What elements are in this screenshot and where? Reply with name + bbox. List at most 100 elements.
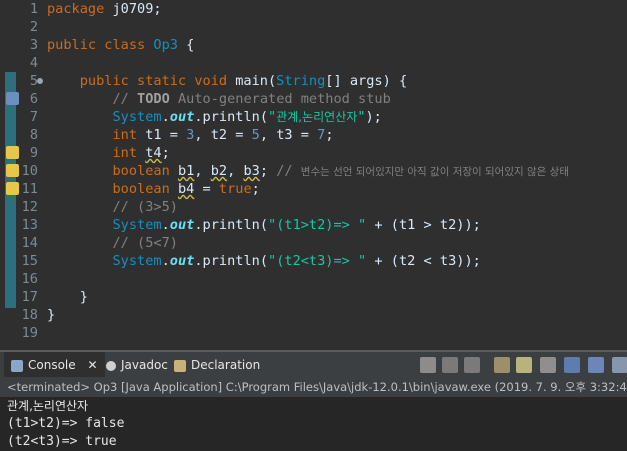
code-text: // (3>5)	[47, 198, 177, 216]
code-token: b3	[243, 163, 260, 179]
open-console-icon[interactable]	[612, 357, 627, 373]
remove-all-icon[interactable]	[464, 357, 480, 373]
code-line[interactable]: 1 package j0709;	[0, 0, 627, 18]
code-line[interactable]: 11 boolean b4 = true;	[0, 180, 627, 198]
code-token: .	[161, 109, 170, 125]
line-number: 10	[21, 163, 38, 179]
code-text: public static void main(String[] args) {	[47, 72, 407, 90]
code-text: boolean b4 = true;	[47, 180, 260, 198]
code-line[interactable]: 9 int t4;	[0, 144, 627, 162]
code-token: b4	[177, 181, 195, 197]
code-line[interactable]: 15 System.out.println("(t2<t3)=> " + (t2…	[0, 252, 627, 270]
tab-declaration[interactable]: Declaration	[174, 352, 260, 378]
line-number: 1	[29, 1, 38, 17]
code-line[interactable]: 10 boolean b1, b2, b3; // 변수는 선언 되어있지만 아…	[0, 162, 627, 180]
tab-console[interactable]: Console ✕	[4, 352, 105, 378]
line-number: 12	[21, 199, 38, 215]
code-token: System	[112, 253, 162, 269]
line-number: 13	[21, 217, 38, 233]
code-token: , t3 =	[259, 127, 318, 143]
code-token: 관계,논리연산자	[276, 110, 358, 124]
display-console-icon[interactable]	[588, 357, 604, 373]
javadoc-icon	[106, 360, 116, 371]
code-line[interactable]: 19	[0, 324, 627, 342]
code-text: }	[47, 288, 88, 306]
line-number: 16	[21, 271, 38, 287]
code-token: ;	[325, 127, 334, 143]
code-token: public class	[47, 37, 154, 53]
console-output[interactable]: 관계,논리연산자 (t1>t2)=> false (t2<t3)=> true	[0, 397, 627, 451]
code-token: .	[161, 217, 170, 233]
code-token: ;	[259, 163, 277, 179]
code-line[interactable]: 8 int t1 = 3, t2 = 5, t3 = 7;	[0, 126, 627, 144]
word-wrap-icon[interactable]	[516, 357, 532, 373]
code-text: System.out.println("관계,논리연산자");	[47, 108, 382, 126]
line-number: 5	[29, 73, 38, 89]
code-line[interactable]: 18}	[0, 306, 627, 324]
code-token: + (t1 > t2));	[366, 217, 481, 233]
code-token: , t2 =	[194, 127, 252, 143]
pin-console-icon[interactable]	[564, 357, 580, 373]
code-token: 변수는 선언 되어있지만 아직 값이 저장이 되어있지 않은 상태	[300, 166, 569, 178]
code-line[interactable]: 4	[0, 54, 627, 72]
code-token: ;	[251, 181, 260, 197]
code-token: String	[276, 73, 326, 89]
code-token: Op3	[153, 37, 178, 53]
code-token: }	[47, 307, 56, 323]
code-token: .println(	[194, 253, 269, 269]
code-token: out	[169, 253, 195, 269]
code-line[interactable]: 17 }	[0, 288, 627, 306]
code-token: System	[112, 109, 162, 125]
show-console-icon[interactable]	[540, 357, 556, 373]
code-editor[interactable]: 1 package j0709; 2 3 public class Op3 {4 5 pu…	[0, 0, 627, 344]
code-line[interactable]: 6 // TODO Auto-generated method stub	[0, 90, 627, 108]
code-token: //	[112, 91, 138, 107]
code-token: public static void	[79, 73, 236, 89]
code-line[interactable]: 16	[0, 270, 627, 288]
code-token: main(	[235, 73, 277, 89]
line-number: 15	[21, 253, 38, 269]
output-line: 관계,논리연산자	[7, 399, 89, 413]
code-line[interactable]: 13 System.out.println("(t1>t2)=> " + (t1…	[0, 216, 627, 234]
code-token: j0709;	[112, 1, 162, 17]
code-line[interactable]: 7 System.out.println("관계,논리연산자");	[0, 108, 627, 126]
code-token: {	[177, 37, 195, 53]
code-line[interactable]: 3 public class Op3 {	[0, 36, 627, 54]
code-token: out	[169, 109, 195, 125]
line-number: 17	[21, 289, 38, 305]
code-line[interactable]: 14 // (5<7)	[0, 234, 627, 252]
code-token: TODO	[137, 91, 170, 107]
code-token: );	[365, 109, 382, 125]
declaration-icon	[174, 359, 186, 372]
code-line[interactable]: 12 // (3>5)	[0, 198, 627, 216]
code-token: //	[276, 163, 301, 179]
close-icon[interactable]: ✕	[87, 358, 97, 372]
code-line[interactable]: 5 public static void main(String[] args)…	[0, 72, 627, 90]
code-token: out	[169, 217, 195, 233]
console-status: <terminated> Op3 [Java Application] C:\P…	[0, 377, 627, 397]
remove-launch-icon[interactable]	[442, 357, 458, 373]
code-token: // (5<7)	[112, 235, 178, 251]
code-token: package	[47, 1, 113, 17]
line-number: 19	[21, 325, 38, 341]
code-token: 5	[251, 127, 260, 143]
code-text: package j0709;	[47, 0, 162, 18]
terminate-icon[interactable]	[420, 357, 436, 373]
line-number: 7	[29, 109, 38, 125]
code-token: b2	[210, 163, 228, 179]
scroll-lock-icon[interactable]	[494, 357, 510, 373]
code-token: ;	[161, 145, 170, 161]
code-token: System	[112, 217, 162, 233]
tab-javadoc[interactable]: Javadoc	[106, 352, 168, 378]
line-number: 3	[29, 37, 38, 53]
code-line[interactable]: 2	[0, 18, 627, 36]
code-token: boolean	[112, 163, 178, 179]
